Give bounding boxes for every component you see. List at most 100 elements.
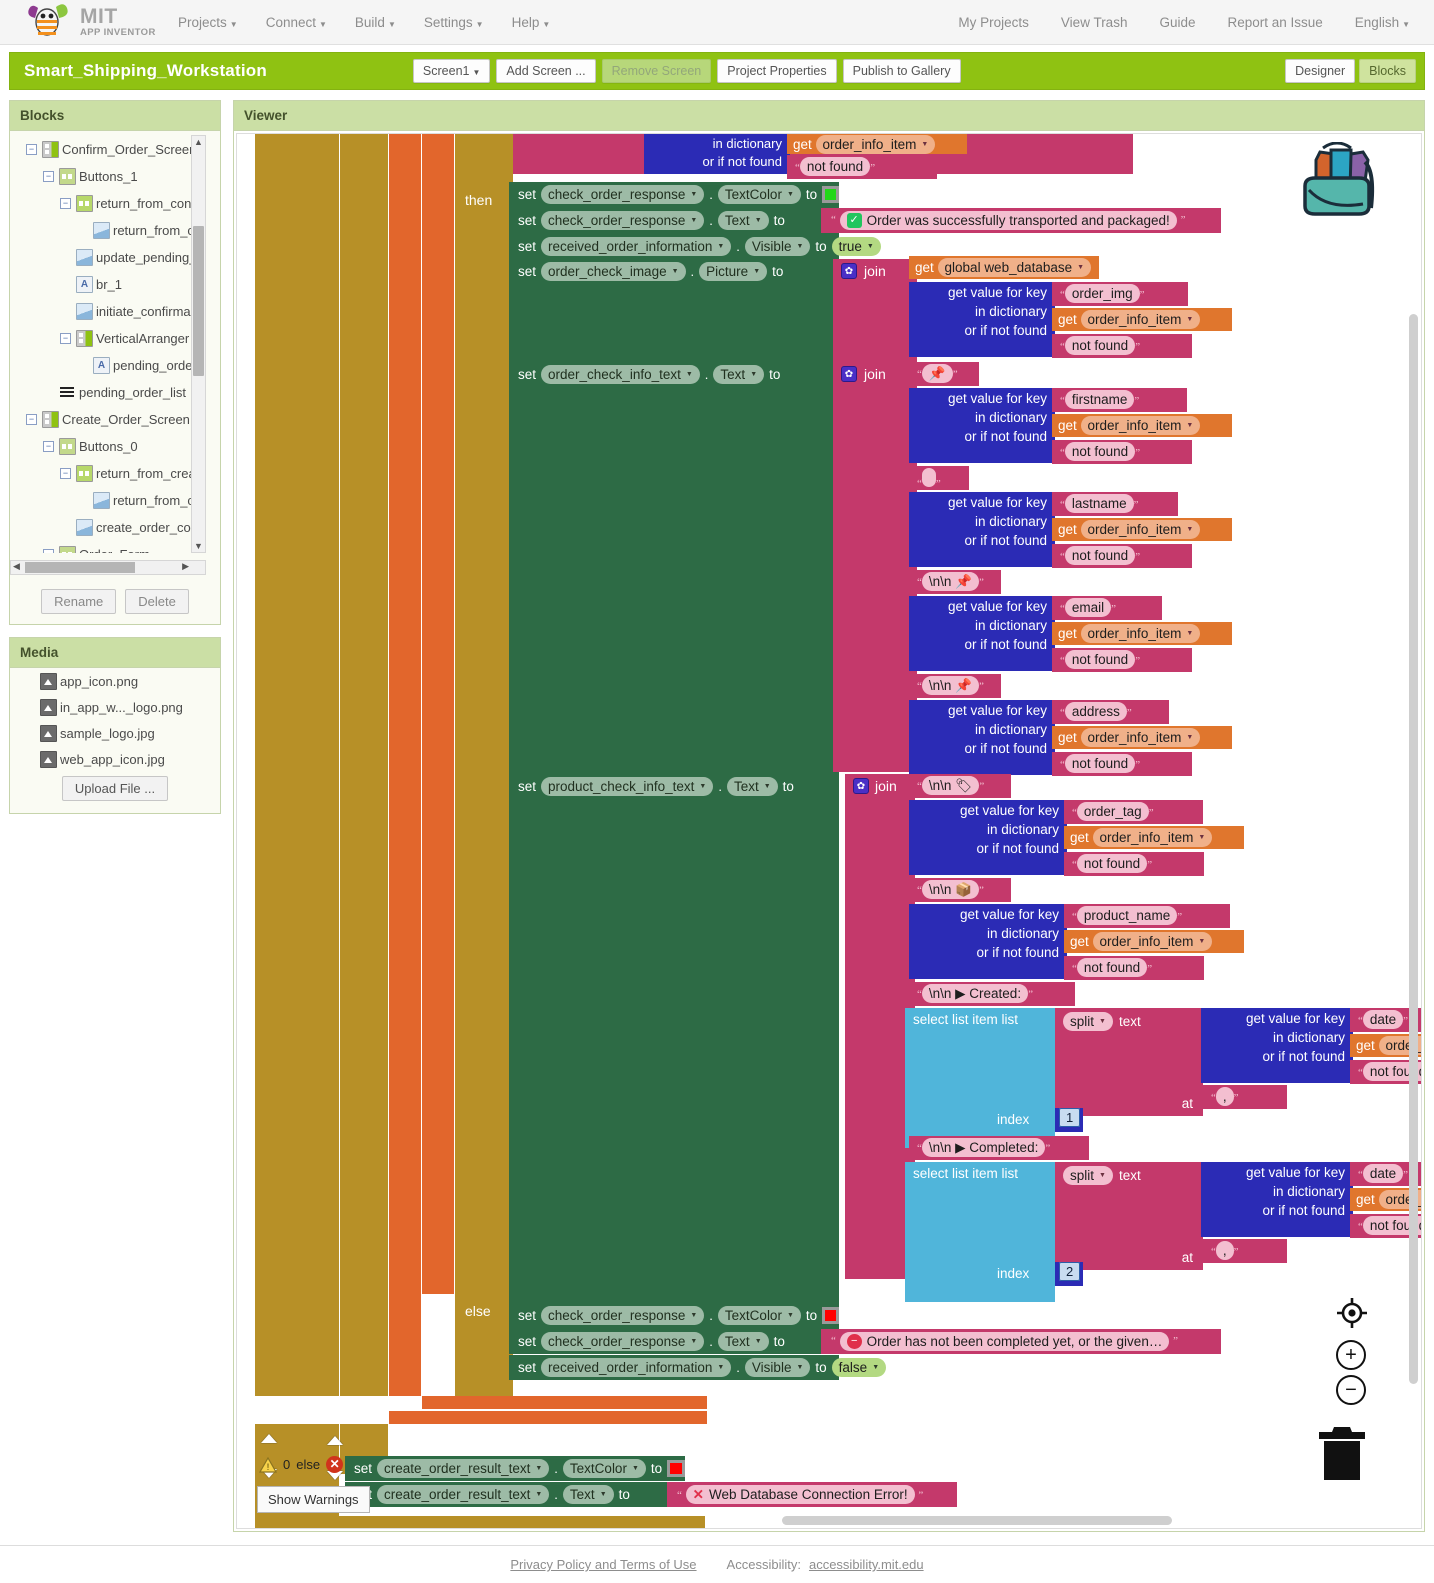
- accessibility-link[interactable]: accessibility.mit.edu: [809, 1557, 924, 1572]
- tree-item-return_from_con[interactable]: − return_from_con: [10, 190, 206, 217]
- component-field[interactable]: order_check_info_text ▼: [541, 365, 700, 384]
- component-field[interactable]: create_order_result_text ▼: [377, 1485, 550, 1504]
- media-file-item[interactable]: app_icon.png: [10, 668, 220, 694]
- web-db-error-text-block[interactable]: “ ✕ Web Database Connection Error! ”: [667, 1482, 957, 1507]
- component-field[interactable]: received_order_information ▼: [541, 1358, 732, 1377]
- tree-item-br_1[interactable]: Abr_1: [10, 271, 206, 298]
- not-found-field[interactable]: not found: [1064, 754, 1136, 773]
- not-found-field[interactable]: not found: [1064, 336, 1136, 355]
- tree-collapse-icon[interactable]: −: [43, 441, 54, 452]
- tree-collapse-icon[interactable]: −: [26, 414, 37, 425]
- order-info-text-2[interactable]: “ ”: [909, 466, 969, 490]
- tree-vertical-scrollbar[interactable]: ▲ ▼: [191, 135, 206, 553]
- component-field[interactable]: order_check_image ▼: [541, 262, 686, 281]
- tree-collapse-icon[interactable]: −: [60, 333, 71, 344]
- tree-item-return_from_c[interactable]: return_from_c: [10, 487, 206, 514]
- key-field-product-name[interactable]: product_name: [1076, 906, 1178, 925]
- order-info-item-field[interactable]: order_info_item ▼: [1092, 828, 1213, 847]
- privacy-policy-link[interactable]: Privacy Policy and Terms of Use: [510, 1557, 696, 1572]
- top-dict-lookup-block[interactable]: in dictionary or if not found: [644, 134, 790, 174]
- tree-horizontal-scrollbar[interactable]: ◀ ▶: [10, 560, 206, 575]
- date-key-field[interactable]: date: [1362, 1164, 1404, 1183]
- rename-button[interactable]: Rename: [41, 589, 117, 614]
- key-text-address[interactable]: “address”: [1052, 700, 1169, 724]
- boolean-field[interactable]: false ▼: [831, 1358, 887, 1377]
- show-warnings-button[interactable]: Show Warnings: [257, 1486, 370, 1513]
- tree-item-buttons_0[interactable]: − Buttons_0: [10, 433, 206, 460]
- dict-var-block-email[interactable]: get order_info_item ▼: [1052, 622, 1232, 645]
- success-message-field[interactable]: ✓ Order was successfully transported and …: [839, 211, 1177, 230]
- canvas-horizontal-scrollbar[interactable]: [782, 1516, 1172, 1525]
- set-visible-false-block[interactable]: set received_order_information ▼. Visible…: [509, 1355, 887, 1380]
- tree-item-return_from_c[interactable]: return_from_c: [10, 217, 206, 244]
- index-value-block-created[interactable]: 1: [1055, 1108, 1083, 1132]
- component-field[interactable]: check_order_response ▼: [541, 1332, 705, 1351]
- not-found-block-address[interactable]: “not found”: [1052, 752, 1192, 776]
- key-field-order-tag[interactable]: order_tag: [1076, 802, 1149, 821]
- media-file-item[interactable]: in_app_w..._logo.png: [10, 694, 220, 720]
- component-field[interactable]: received_order_information ▼: [541, 237, 732, 256]
- warning-up-arrow-icon[interactable]: [261, 1434, 277, 1443]
- mutator-gear-icon[interactable]: ✿: [853, 778, 869, 794]
- scroll-left-icon[interactable]: ◀: [13, 561, 20, 572]
- split-dict-lookup-created[interactable]: get value for key in dictionary or if no…: [1201, 1008, 1353, 1083]
- not-found-field[interactable]: not found: [1076, 958, 1148, 977]
- set-textcolor-error-block[interactable]: set check_order_response ▼. TextColor ▼ to: [509, 1303, 839, 1328]
- split-text-block-created[interactable]: split ▼ text at: [1055, 1008, 1203, 1116]
- menu-report-issue[interactable]: Report an Issue: [1227, 15, 1322, 30]
- tree-item-buttons_1[interactable]: − Buttons_1: [10, 163, 206, 190]
- menu-my-projects[interactable]: My Projects: [958, 15, 1029, 30]
- order-info-text-0[interactable]: “📌”: [909, 362, 979, 386]
- dict-lookup-block-email[interactable]: get value for key in dictionary or if no…: [909, 596, 1055, 671]
- delimiter-field[interactable]: ,: [1215, 1241, 1234, 1260]
- backpack-icon[interactable]: [1291, 142, 1383, 220]
- dict-var-block-lastname[interactable]: get order_info_item ▼: [1052, 518, 1232, 541]
- top-get-var-block[interactable]: get order_info_item ▼: [787, 134, 967, 154]
- tree-collapse-icon[interactable]: −: [26, 144, 37, 155]
- set-textcolor-success-block[interactable]: set check_order_response ▼. TextColor ▼ to: [509, 182, 839, 207]
- publish-to-gallery-button[interactable]: Publish to Gallery: [842, 59, 961, 83]
- not-found-field[interactable]: not found: [1076, 854, 1148, 873]
- component-field[interactable]: check_order_response ▼: [541, 185, 705, 204]
- image-dict-lookup-block[interactable]: get value for key in dictionary or if no…: [909, 282, 1055, 357]
- property-field[interactable]: Visible ▼: [744, 1358, 811, 1377]
- set-create-result-text-block[interactable]: set create_order_result_text▼. Text▼to: [345, 1482, 685, 1507]
- trash-icon[interactable]: [1317, 1424, 1367, 1480]
- key-field-firstname[interactable]: firstname: [1064, 390, 1135, 409]
- key-field-address[interactable]: address: [1064, 702, 1127, 721]
- order-info-item-field[interactable]: order_info_item ▼: [1080, 520, 1201, 539]
- key-field-lastname[interactable]: lastname: [1064, 494, 1134, 513]
- key-field-email[interactable]: email: [1064, 598, 1112, 617]
- picture-join-block[interactable]: ✿ join: [833, 259, 917, 374]
- remove-screen-button[interactable]: Remove Screen: [601, 59, 712, 83]
- product-text-6-field[interactable]: \n\n ▶ Completed:: [921, 1138, 1046, 1157]
- component-field[interactable]: product_check_info_text ▼: [541, 777, 714, 796]
- property-field[interactable]: Text ▼: [726, 777, 778, 796]
- property-field[interactable]: TextColor ▼: [717, 185, 801, 204]
- dict-lookup-block-firstname[interactable]: get value for key in dictionary or if no…: [909, 388, 1055, 463]
- tree-item-create_order_screen[interactable]: − Create_Order_Screen: [10, 406, 206, 433]
- project-properties-button[interactable]: Project Properties: [717, 59, 837, 83]
- key-text-lastname[interactable]: “lastname”: [1052, 492, 1178, 516]
- split-dict-lookup-completed[interactable]: get value for key in dictionary or if no…: [1201, 1162, 1353, 1237]
- tree-collapse-icon[interactable]: −: [43, 549, 54, 553]
- tree-item-update_pending_[interactable]: update_pending_: [10, 244, 206, 271]
- not-found-block-email[interactable]: “not found”: [1052, 648, 1192, 672]
- tree-item-confirm_order_screen[interactable]: − Confirm_Order_Screen: [10, 136, 206, 163]
- tree-item-pending_orde[interactable]: Apending_orde: [10, 352, 206, 379]
- tree-collapse-icon[interactable]: −: [60, 198, 71, 209]
- order-img-key-block[interactable]: “order_img”: [1052, 282, 1188, 306]
- not-found-field[interactable]: not found: [1064, 650, 1136, 669]
- boolean-field[interactable]: true ▼: [831, 237, 881, 256]
- set-order-info-text-block[interactable]: set order_check_info_text ▼. Text ▼ to: [509, 362, 839, 387]
- key-text-email[interactable]: “email”: [1052, 596, 1162, 620]
- key-text-firstname[interactable]: “firstname”: [1052, 388, 1187, 412]
- set-text-success-block[interactable]: set check_order_response ▼. Text ▼ to: [509, 208, 839, 233]
- tree-collapse-icon[interactable]: −: [43, 171, 54, 182]
- media-file-item[interactable]: web_app_icon.jpg: [10, 746, 220, 772]
- set-product-info-text-block[interactable]: set product_check_info_text ▼. Text ▼ to: [509, 774, 839, 799]
- tree-item-order_form[interactable]: − Order_Form: [10, 541, 206, 553]
- product-text-4-field[interactable]: \n\n ▶ Created:: [921, 984, 1029, 1003]
- property-field[interactable]: Text ▼: [717, 211, 769, 230]
- mit-app-inventor-logo[interactable]: MIT APP INVENTOR: [0, 2, 160, 42]
